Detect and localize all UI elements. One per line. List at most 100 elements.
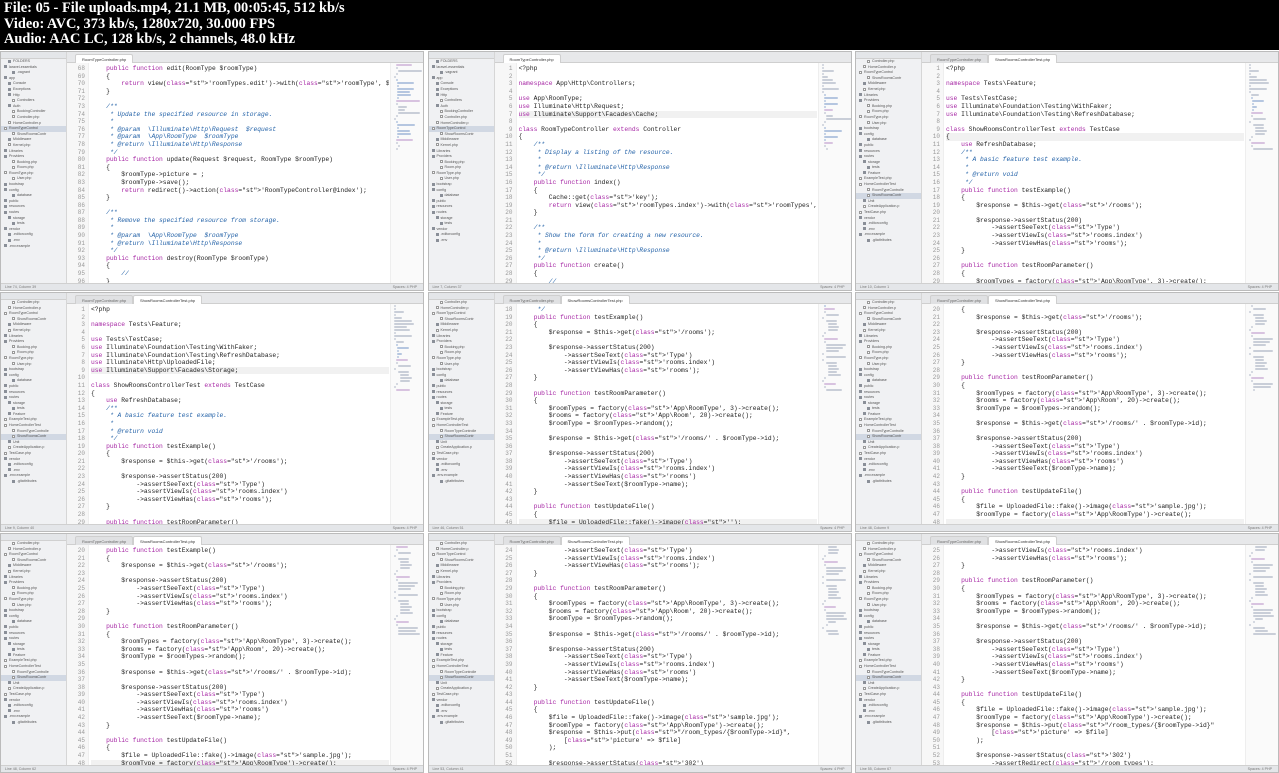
minimap[interactable] [1245, 545, 1278, 765]
editor-tab[interactable]: RoomTypeController.php [502, 295, 561, 304]
editor-tab[interactable]: ShowRoomsControllerTest.php [560, 536, 630, 545]
syntax-indicator[interactable]: Spaces: 4 PHP [820, 284, 844, 290]
editor-tab[interactable]: RoomTypeController.php [75, 536, 134, 545]
code-line: public function testUpdateFile() [533, 503, 655, 511]
code-editor[interactable]: ->assertViewIs(class="st">'rooms.index')… [946, 545, 1244, 765]
code-line: public function testRoomParameter() [961, 374, 1094, 382]
sidebar-item[interactable]: .gitattributes [856, 238, 921, 244]
folder-icon [867, 238, 870, 242]
line-number: 24 [505, 239, 513, 247]
sidebar-item[interactable]: .env [429, 238, 494, 244]
sidebar-item-label: Booking.php [17, 344, 37, 349]
sidebar-item[interactable]: .gitattributes [429, 479, 494, 485]
sidebar-item-label: RoomType.php [436, 596, 461, 601]
sidebar-header [1, 534, 66, 541]
code-editor[interactable]: */ public function testExample() { $resp… [518, 304, 817, 524]
folder-icon [431, 227, 435, 231]
minimap-line [824, 305, 826, 307]
code-editor[interactable]: <?php namespace Tests\Feature; use Tests… [91, 304, 389, 524]
editor-tab[interactable]: ShowRoomsControllerTest.php [988, 295, 1058, 304]
sidebar-item-label: .editorconfig [868, 703, 888, 708]
syntax-indicator[interactable]: Spaces: 4 PHP [393, 284, 417, 290]
code-line: public function update(Request $request,… [106, 156, 333, 164]
line-number: 73 [77, 102, 85, 110]
syntax-indicator[interactable]: Spaces: 4 PHP [393, 525, 417, 531]
code-line: namespace App\Http\Controllers; [518, 80, 636, 88]
editor-tab[interactable]: RoomTypeController.php [930, 295, 989, 304]
tab-bar: RoomTypeController.php ShowRoomsControlle… [922, 534, 1278, 545]
editor-tab[interactable]: RoomTypeController.php [75, 54, 134, 63]
file-icon [431, 692, 435, 696]
minimap-line [1253, 576, 1273, 578]
file-icon [439, 429, 443, 433]
code-editor[interactable]: { $response = $this->get(class="st">'/ro… [946, 304, 1244, 524]
code-editor[interactable]: ->assertSeeText(class="st">'Type') ->ass… [519, 545, 817, 765]
folder-icon [431, 199, 435, 203]
editor-tab[interactable]: ShowRoomsControllerTest.php [988, 54, 1058, 63]
code-editor[interactable]: <?php namespace Tests\Feature; use Tests… [946, 63, 1244, 283]
minimap[interactable] [390, 304, 423, 524]
sidebar-item-label: Kernel.php [13, 568, 31, 573]
sidebar-item-label: Libraries [9, 333, 23, 338]
line-number: 1 [508, 65, 513, 72]
minimap-line [394, 591, 396, 593]
sidebar-item-label: routes [864, 395, 874, 400]
editor-tab[interactable]: RoomTypeController.php [930, 54, 989, 63]
sidebar-item[interactable]: .gitattributes [856, 479, 921, 485]
code-line: { [946, 584, 965, 592]
minimap[interactable] [817, 545, 851, 765]
code-editor[interactable]: public function testExample() { $respons… [91, 545, 389, 765]
line-number: 32 [932, 600, 940, 608]
sidebar-item[interactable]: .gitattributes [429, 720, 494, 726]
minimap-line [1255, 127, 1265, 129]
syntax-indicator[interactable]: Spaces: 4 PHP [1248, 284, 1272, 290]
syntax-indicator[interactable]: Spaces: 4 PHP [1248, 525, 1272, 531]
sidebar-item-label: bootstrap [436, 608, 452, 613]
minimap[interactable] [390, 545, 423, 765]
cursor-position: Line 46, Column 51 [432, 526, 464, 530]
line-number: 43 [505, 495, 513, 503]
sidebar-item-label: config [864, 372, 874, 377]
folder-icon [4, 395, 7, 399]
minimap[interactable] [817, 304, 851, 524]
sidebar-item[interactable]: .gitattributes [1, 479, 66, 485]
editor-tab[interactable]: ShowRoomsControllerTest.php [133, 295, 203, 304]
line-number: 39 [505, 465, 513, 473]
editor-tab[interactable]: ShowRoomsControllerTest.php [560, 295, 630, 304]
sidebar-item-label: Libraries [436, 574, 451, 579]
file-icon [431, 423, 435, 427]
folder-icon [4, 575, 7, 579]
sidebar-item-label: Feature [440, 411, 453, 416]
line-number: 13 [932, 156, 940, 164]
minimap-line [400, 374, 410, 376]
syntax-indicator[interactable]: Spaces: 4 PHP [820, 525, 844, 531]
code-line: ->assertSeeText(class="st">'Type') [518, 547, 693, 554]
sidebar-item[interactable]: .gitattributes [1, 720, 66, 726]
minimap[interactable] [817, 63, 851, 283]
editor-tab[interactable]: RoomTypeController.php [502, 54, 561, 63]
folder-icon [4, 149, 7, 153]
sidebar-item[interactable]: .env.example [1, 244, 66, 250]
code-editor[interactable]: public function edit(RoomType $roomType)… [91, 63, 389, 283]
sidebar-item-label: Controller.php [444, 541, 467, 545]
minimap-line [825, 612, 846, 614]
minimap[interactable] [390, 63, 423, 283]
sidebar-item[interactable]: .gitattributes [856, 720, 921, 726]
line-number: 38 [932, 645, 940, 653]
editor-tab[interactable]: RoomTypeController.php [930, 536, 989, 545]
editor-tab[interactable]: RoomTypeController.php [75, 295, 134, 304]
sidebar-item-label: User.php [17, 176, 32, 181]
minimap[interactable] [1245, 304, 1278, 524]
editor-tab[interactable]: ShowRoomsControllerTest.php [988, 536, 1058, 545]
line-number: 33 [505, 615, 513, 623]
editor-tab[interactable]: RoomTypeController.php [502, 536, 561, 545]
folder-icon [867, 165, 870, 169]
code-editor[interactable]: <?php namespace App\Http\Controllers; us… [518, 63, 817, 283]
line-number: 21 [932, 216, 940, 224]
editor-tab[interactable]: ShowRoomsControllerTest.php [133, 536, 203, 545]
minimap[interactable] [1245, 63, 1278, 283]
code-line: $response = $this->get(class="st">'/room… [518, 328, 716, 336]
